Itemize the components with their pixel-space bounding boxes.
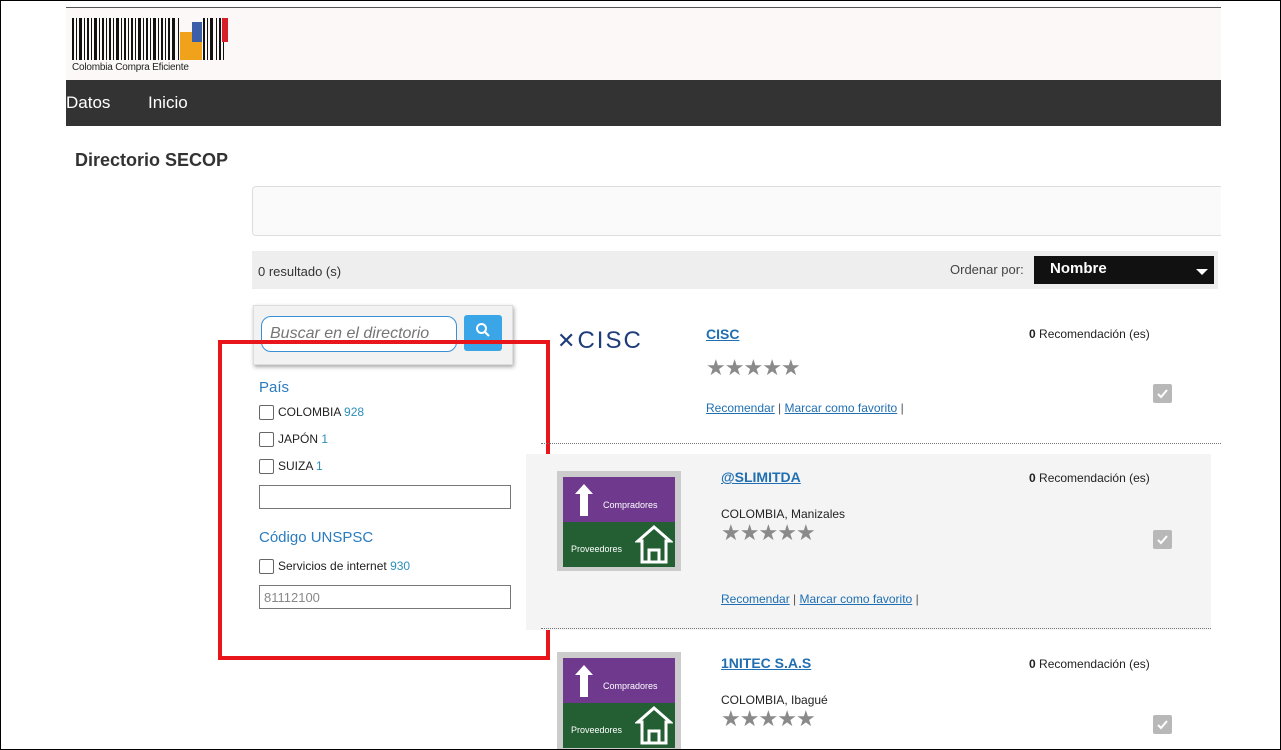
recommendations-count: 0 Recomendación (es) [1029,657,1150,671]
barcode-logo-icon [72,18,228,60]
site-header: Colombia Compra Eficiente [66,8,1221,80]
rating-stars[interactable]: ★★★★★ [721,520,816,546]
star-icon[interactable]: ★ [796,520,816,545]
rating-stars[interactable]: ★★★★★ [721,706,816,732]
star-icon[interactable]: ★ [725,355,745,380]
star-icon[interactable]: ★ [758,706,778,731]
recommendations-number: 0 [1029,657,1036,671]
star-icon[interactable]: ★ [796,706,816,731]
nav-item-inicio[interactable]: Inicio [148,93,188,113]
favorite-link[interactable]: Marcar como favorito [800,592,913,606]
page: Colombia Compra Eficiente Datos Inicio D… [66,7,1221,749]
proveedores-band: Proveedores [563,522,675,567]
star-icon[interactable]: ★ [740,706,760,731]
separator: | [915,592,919,606]
select-checkbox[interactable] [1153,384,1172,403]
nav-item-datos[interactable]: Datos [66,93,110,113]
result-name[interactable]: 1NITEC S.A.S [721,655,811,671]
proveedores-label: Proveedores [571,544,623,554]
results-count: 0 resultado (s) [258,264,342,279]
brand-name: Colombia Compra Eficiente [72,62,189,73]
result-divider [541,443,1221,444]
star-icon[interactable]: ★ [721,520,741,545]
highlight-box [218,340,550,660]
recommendations-number: 0 [1029,471,1036,485]
star-icon[interactable]: ★ [706,355,726,380]
separator: | [793,592,797,606]
separator: | [778,401,782,415]
brand-logo[interactable]: Colombia Compra Eficiente [72,18,232,76]
recommendations-label: Recomendación (es) [1039,327,1150,341]
compradores-label: Compradores [603,500,658,510]
page-title: Directorio SECOP [75,150,229,170]
separator: | [900,401,904,415]
star-icon[interactable]: ★ [777,706,797,731]
compradores-proveedores-logo[interactable]: Compradores Proveedores [557,652,681,749]
compradores-label: Compradores [603,681,658,691]
star-icon[interactable]: ★ [740,520,760,545]
star-icon[interactable]: ★ [721,706,741,731]
cisc-logo[interactable]: ✕CISC [557,327,643,355]
proveedores-label: Proveedores [571,725,623,735]
star-icon[interactable]: ★ [743,355,763,380]
filter-panel-top [252,186,1221,236]
recommendations-label: Recomendación (es) [1039,471,1150,485]
recommendations-count: 0 Recomendación (es) [1029,471,1150,485]
recommend-link[interactable]: Recomendar [721,592,790,606]
arrow-up-icon [575,665,593,697]
proveedores-band: Proveedores [563,703,675,748]
check-icon [1157,389,1168,399]
select-checkbox[interactable] [1153,715,1172,734]
results-bar: 0 resultado (s) Ordenar por: Nombre [252,251,1218,289]
compradores-band: Compradores [563,477,675,522]
sort-label: Ordenar por: [950,262,1024,277]
arrow-up-icon [575,484,593,516]
result-actions: Recomendar | Marcar como favorito | [721,591,921,607]
house-icon [635,706,673,745]
screenshot-frame: Colombia Compra Eficiente Datos Inicio D… [0,0,1281,750]
star-icon[interactable]: ★ [762,355,782,380]
recommend-link[interactable]: Recomendar [706,401,775,415]
favorite-link[interactable]: Marcar como favorito [785,401,898,415]
star-icon[interactable]: ★ [758,520,778,545]
sort-select[interactable]: Nombre [1034,256,1214,284]
check-icon [1157,720,1168,730]
rating-stars[interactable]: ★★★★★ [706,355,801,381]
recommendations-label: Recomendación (es) [1039,657,1150,671]
result-location: COLOMBIA, Manizales [721,507,846,521]
sort-selected-value: Nombre [1050,260,1107,277]
cisc-logo-text: CISC [577,327,643,354]
recommendations-count: 0 Recomendación (es) [1029,327,1150,341]
result-divider [541,628,1211,629]
result-name[interactable]: CISC [706,326,739,342]
result-name[interactable]: @SLIMITDA [721,469,801,485]
result-location: COLOMBIA, Ibagué [721,693,828,707]
star-icon[interactable]: ★ [777,520,797,545]
main-nav: Datos Inicio [66,80,1221,126]
check-icon [1157,535,1168,545]
select-checkbox[interactable] [1153,530,1172,549]
search-icon [476,323,490,337]
result-actions: Recomendar | Marcar como favorito | [706,400,904,416]
recommendations-number: 0 [1029,327,1036,341]
compradores-proveedores-logo[interactable]: Compradores Proveedores [557,471,681,571]
compradores-band: Compradores [563,658,675,703]
caret-down-icon [1196,269,1208,275]
star-icon[interactable]: ★ [781,355,801,380]
house-icon [635,525,673,564]
